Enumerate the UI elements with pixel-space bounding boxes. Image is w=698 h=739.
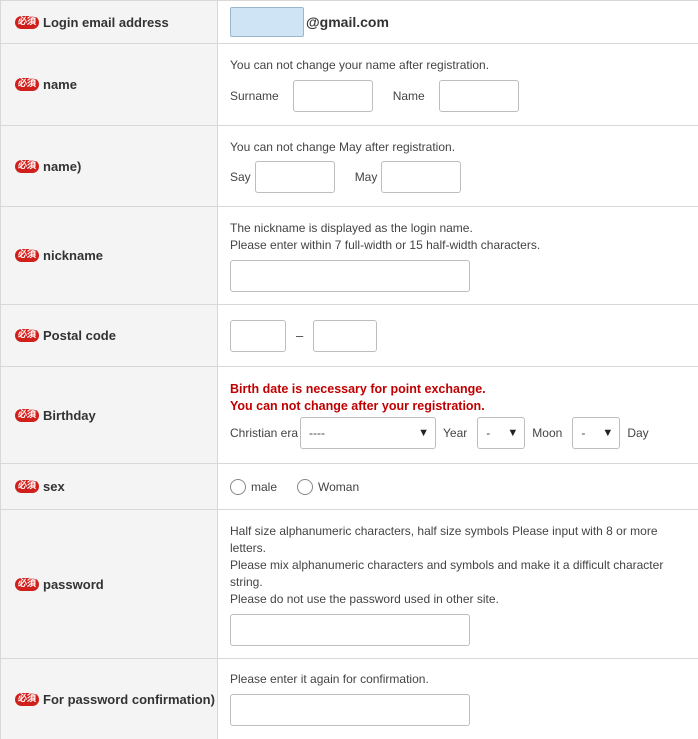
field-nickname: The nickname is displayed as the login n… [218,207,698,304]
field-kana: You can not change May after registratio… [218,126,698,206]
required-badge: 必須 [15,78,40,91]
given-name-input[interactable] [438,80,519,112]
month-select[interactable]: - ▼ [477,417,526,449]
postal-code-second-input[interactable] [313,319,378,352]
required-badge: 必須 [15,159,40,173]
caret-down-icon: ▼ [418,427,430,439]
nickname-input[interactable] [230,259,470,292]
required-badge: 必須 [15,408,40,422]
may-input[interactable] [381,161,462,193]
year-label: Year [443,426,468,440]
birthday-warning-2: You can not change after your registrati… [230,399,485,413]
required-badge: 必須 [15,480,40,493]
row-password-confirm: 必須 For password confirmation) Please ent… [1,659,698,739]
day-select[interactable]: - ▼ [572,417,621,449]
radio-circle-icon[interactable] [230,478,246,495]
label-text: For password confirmation) [43,691,215,707]
label-text: nickname [43,248,103,263]
postal-code-first-input[interactable] [230,319,286,352]
given-name-label: Name [392,89,425,103]
label-sex: 必須 sex [1,464,218,509]
required-badge: 必須 [15,15,40,29]
male-option[interactable]: male [251,480,277,494]
label-text: Login email address [43,14,169,30]
row-kana: 必須 name) You can not change May after re… [1,126,698,207]
woman-option[interactable]: Woman [318,480,359,494]
row-birthday: 必須 Birthday Birth date is necessary for … [1,367,698,464]
may-label: May [354,170,378,184]
password-input[interactable] [230,613,470,646]
caret-down-icon: ▼ [602,427,614,439]
year-select[interactable]: ---- ▼ [300,417,437,449]
birthday-warning-1: Birth date is necessary for point exchan… [230,382,486,396]
row-password: 必須 password Half size alphanumeric chara… [1,510,698,659]
label-text: name) [43,158,82,174]
say-label: Say [230,170,251,184]
label-email: 必須 Login email address [1,1,218,43]
confirm-note: Please enter it again for confirmation. [230,672,429,686]
row-email: 必須 Login email address @gmail.com [1,0,698,44]
field-password-confirm: Please enter it again for confirmation. [218,659,698,739]
label-kana: 必須 name) [1,126,218,206]
year-select-value: ---- [309,426,326,440]
name-note: You can not change your name after regis… [230,58,490,72]
label-nickname: 必須 nickname [1,207,218,304]
field-name: You can not change your name after regis… [218,44,698,125]
surname-input[interactable] [292,80,373,112]
nickname-note-2: Please enter within 7 full-width or 15 h… [230,237,541,252]
kana-note: You can not change May after registratio… [230,140,456,154]
label-birthday: 必須 Birthday [1,367,218,463]
label-name: 必須 name [1,44,218,125]
label-text: sex [43,479,65,494]
required-badge: 必須 [15,329,40,342]
row-postal: 必須 Postal code – [1,305,698,367]
password-note-2: Please mix alphanumeric characters and s… [230,557,664,589]
nickname-note-1: The nickname is displayed as the login n… [230,220,473,235]
caret-down-icon: ▼ [507,427,519,439]
label-password: 必須 password [1,510,218,658]
label-text: Postal code [43,328,116,343]
label-postal: 必須 Postal code [1,305,218,366]
label-text: password [43,576,104,592]
label-text: name [43,77,77,92]
month-label: Moon [532,426,563,440]
email-domain: @gmail.com [306,14,389,30]
required-badge: 必須 [15,692,40,706]
day-label: Day [627,426,649,440]
surname-label: Surname [230,89,279,103]
password-note-1: Half size alphanumeric characters, half … [230,523,658,555]
say-input[interactable] [254,161,335,193]
field-password: Half size alphanumeric characters, half … [218,510,698,658]
era-label: Christian era [230,426,299,440]
required-badge: 必須 [15,249,40,262]
row-sex: 必須 sex male Woman [1,464,698,510]
password-confirm-input[interactable] [230,694,470,726]
registration-form: 必須 Login email address @gmail.com 必須 nam… [0,0,698,739]
required-badge: 必須 [15,577,40,591]
email-local-part[interactable] [230,7,304,37]
label-password-confirm: 必須 For password confirmation) [1,659,218,739]
field-email: @gmail.com [218,1,698,43]
radio-circle-icon[interactable] [297,478,314,495]
postal-dash: – [296,328,304,343]
label-text: Birthday [43,407,96,423]
row-nickname: 必須 nickname The nickname is displayed as… [1,207,698,305]
day-select-value: - [581,426,586,440]
row-name: 必須 name You can not change your name aft… [1,44,698,126]
field-birthday: Birth date is necessary for point exchan… [218,367,698,463]
field-sex: male Woman [218,464,698,509]
field-postal: – [218,305,698,366]
password-note-3: Please do not use the password used in o… [230,591,499,606]
month-select-value: - [486,426,491,440]
